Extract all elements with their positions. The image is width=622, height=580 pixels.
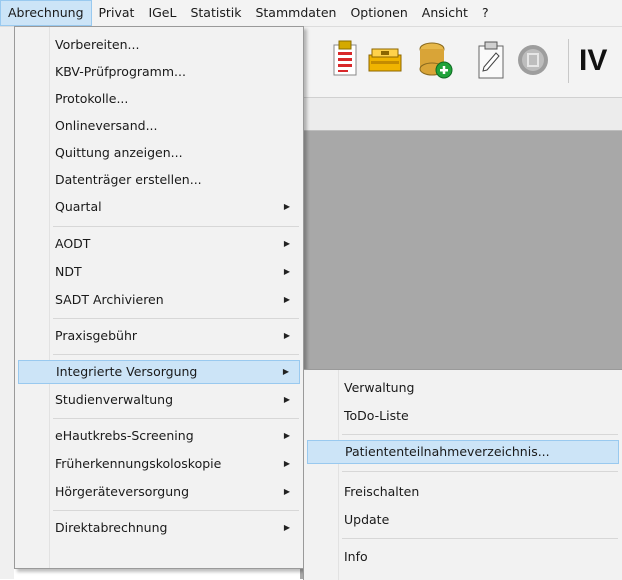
menu-item-vorbereiten[interactable]: Vorbereiten... (18, 33, 300, 57)
menu-item-direktabrechnung[interactable]: Direktabrechnung ▶ (18, 516, 300, 540)
menu-item-onlineversand[interactable]: Onlineversand... (18, 114, 300, 138)
submenu-arrow-icon: ▶ (283, 431, 290, 440)
submenu-arrow-icon: ▶ (283, 239, 290, 248)
menu-item-label: ToDo-Liste (344, 408, 409, 423)
submenu-arrow-icon: ▶ (283, 331, 290, 340)
toolbox-icon[interactable] (366, 39, 404, 81)
menu-item-ehautkrebs-screening[interactable]: eHautkrebs-Screening ▶ (18, 424, 300, 448)
submenu-item-update[interactable]: Update (307, 508, 619, 532)
menu-item-label: SADT Archivieren (55, 292, 164, 307)
menu-item-label: KBV-Prüfprogramm... (55, 64, 186, 79)
menu-separator (342, 538, 618, 539)
toolbar-lower-strip (300, 98, 622, 131)
submenu-arrow-icon: ▶ (283, 202, 290, 211)
menu-item-label: Info (344, 549, 368, 564)
menu-help[interactable]: ? (475, 0, 496, 26)
submenu-item-freischalten[interactable]: Freischalten (307, 480, 619, 504)
menu-item-label: Freischalten (344, 484, 420, 499)
menu-item-integrierte-versorgung[interactable]: Integrierte Versorgung ▶ (18, 360, 300, 384)
menu-item-protokolle[interactable]: Protokolle... (18, 87, 300, 111)
disabled-round-icon[interactable] (514, 39, 552, 81)
abrechnung-dropdown-menu: Vorbereiten... KBV-Prüfprogramm... Proto… (14, 26, 304, 569)
menu-item-label: Integrierte Versorgung (56, 364, 198, 379)
toolbar: IV (300, 27, 622, 98)
menu-ansicht[interactable]: Ansicht (415, 0, 475, 26)
menu-privat[interactable]: Privat (92, 0, 142, 26)
coins-add-icon[interactable] (416, 39, 454, 81)
menu-separator (342, 434, 618, 435)
clipboard-icon[interactable] (472, 39, 510, 81)
menu-item-label: Praxisgebühr (55, 328, 138, 343)
menu-item-kbv-pruefprogramm[interactable]: KBV-Prüfprogramm... (18, 60, 300, 84)
menu-stammdaten[interactable]: Stammdaten (248, 0, 343, 26)
menu-item-label: Studienverwaltung (55, 392, 174, 407)
menu-item-datentraeger-erstellen[interactable]: Datenträger erstellen... (18, 168, 300, 192)
submenu-arrow-icon: ▶ (282, 367, 289, 376)
menu-item-label: AODT (55, 236, 91, 251)
menu-separator (342, 471, 618, 472)
menu-separator (53, 510, 299, 511)
menu-item-frueherkennungskoloskopie[interactable]: Früherkennungskoloskopie ▶ (18, 452, 300, 476)
menu-item-label: Protokolle... (55, 91, 129, 106)
menu-item-label: Update (344, 512, 390, 527)
menu-item-label: Quartal (55, 199, 102, 214)
menu-item-quittung-anzeigen[interactable]: Quittung anzeigen... (18, 141, 300, 165)
menu-optionen[interactable]: Optionen (343, 0, 414, 26)
document-list-icon[interactable] (326, 39, 364, 81)
menu-item-label: Früherkennungskoloskopie (55, 456, 222, 471)
menu-item-label: Direktabrechnung (55, 520, 168, 535)
menu-separator (53, 318, 299, 319)
menu-item-quartal[interactable]: Quartal ▶ (18, 195, 300, 219)
menu-separator (53, 226, 299, 227)
submenu-arrow-icon: ▶ (283, 267, 290, 276)
submenu-item-info[interactable]: Info (307, 545, 619, 569)
menu-bar: Abrechnung Privat IGeL Statistik Stammda… (0, 0, 622, 27)
menu-item-studienverwaltung[interactable]: Studienverwaltung ▶ (18, 388, 300, 412)
menu-item-hoergeraeteversorgung[interactable]: Hörgeräteversorgung ▶ (18, 480, 300, 504)
menu-item-label: Patiententeilnahmeverzeichnis... (345, 444, 550, 459)
submenu-item-patiententeilnahmeverzeichnis[interactable]: Patiententeilnahmeverzeichnis... (307, 440, 619, 464)
submenu-arrow-icon: ▶ (283, 295, 290, 304)
menu-item-label: Vorbereiten... (55, 37, 140, 52)
window-left-edge (0, 27, 14, 579)
submenu-item-verwaltung[interactable]: Verwaltung (307, 376, 619, 400)
submenu-arrow-icon: ▶ (283, 487, 290, 496)
menu-separator (53, 418, 299, 419)
iv-button[interactable]: IV (568, 39, 622, 83)
menu-item-label: Hörgeräteversorgung (55, 484, 190, 499)
menu-item-ndt[interactable]: NDT ▶ (18, 260, 300, 284)
submenu-arrow-icon: ▶ (283, 459, 290, 468)
menu-item-label: Quittung anzeigen... (55, 145, 183, 160)
menu-item-aodt[interactable]: AODT ▶ (18, 232, 300, 256)
submenu-arrow-icon: ▶ (283, 395, 290, 404)
menu-item-label: eHautkrebs-Screening (55, 428, 194, 443)
menu-separator (53, 354, 299, 355)
menu-item-label: NDT (55, 264, 82, 279)
submenu-arrow-icon: ▶ (283, 523, 290, 532)
menu-item-label: Verwaltung (344, 380, 415, 395)
menu-statistik[interactable]: Statistik (183, 0, 248, 26)
menu-igel[interactable]: IGeL (141, 0, 183, 26)
menu-abrechnung[interactable]: Abrechnung (0, 0, 92, 26)
menu-item-praxisgebuehr[interactable]: Praxisgebühr ▶ (18, 324, 300, 348)
submenu-item-todo-liste[interactable]: ToDo-Liste (307, 404, 619, 428)
menu-item-label: Datenträger erstellen... (55, 172, 202, 187)
menu-item-sadt-archivieren[interactable]: SADT Archivieren ▶ (18, 288, 300, 312)
integrierte-versorgung-submenu: Verwaltung ToDo-Liste Patiententeilnahme… (303, 369, 622, 580)
menu-item-label: Onlineversand... (55, 118, 158, 133)
